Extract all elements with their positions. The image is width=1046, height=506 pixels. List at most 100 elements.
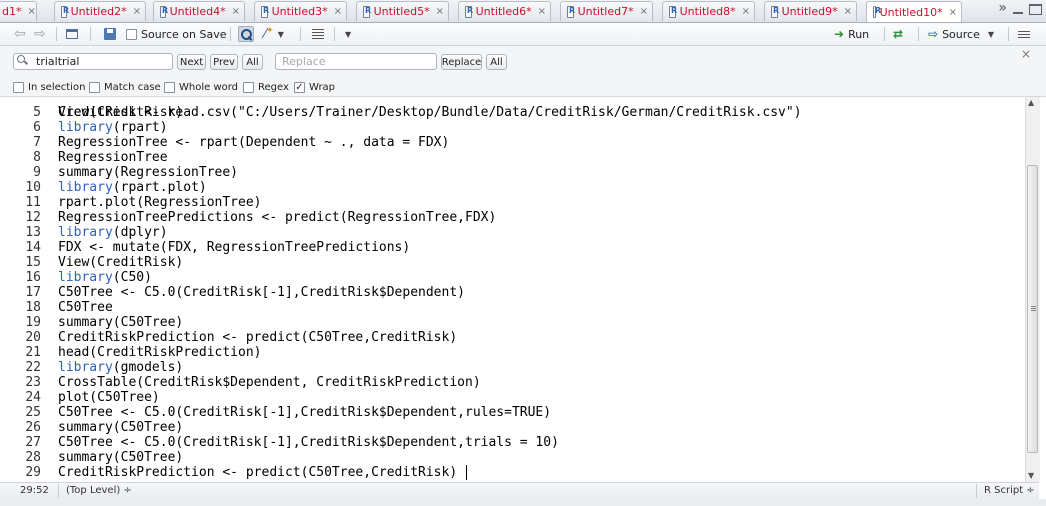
close-tab-icon[interactable]: ×	[538, 6, 546, 17]
save-button[interactable]	[104, 26, 116, 42]
close-find-icon[interactable]: ×	[1021, 47, 1031, 61]
close-tab-icon[interactable]: ×	[436, 6, 444, 17]
tab-title: Untitled4*	[169, 5, 226, 18]
keyword-token: library	[58, 270, 113, 285]
tab-controls: »	[998, 0, 1042, 16]
option-checkbox[interactable]	[89, 82, 100, 93]
tab-overflow-icon[interactable]: »	[998, 0, 1007, 16]
line-number: 18	[25, 300, 41, 315]
replace-input[interactable]	[275, 53, 437, 70]
editor-tab[interactable]: Untitled10* ×	[866, 1, 962, 22]
forward-button[interactable]: ⇨	[34, 26, 46, 42]
find-option[interactable]: Match case	[89, 82, 161, 93]
tab-title: Untitled7*	[577, 5, 634, 18]
minimize-pane-icon[interactable]	[1013, 11, 1023, 14]
outline-button[interactable]	[1018, 26, 1030, 42]
editor-tab[interactable]: Untitled9* ×	[764, 1, 857, 21]
find-replace-button[interactable]	[238, 26, 254, 42]
option-checkbox[interactable]	[294, 82, 305, 93]
find-all-button[interactable]: All	[242, 54, 263, 70]
option-label: Whole word	[179, 82, 239, 93]
find-option[interactable]: Regex	[243, 82, 289, 93]
code-editor[interactable]: CreditRisk <- read.csv("C:/Users/Trainer…	[0, 97, 1025, 482]
option-checkbox[interactable]	[243, 82, 254, 93]
close-tab-icon[interactable]: ×	[133, 6, 141, 17]
find-next-button[interactable]: Next	[177, 54, 206, 70]
replace-all-button[interactable]: All	[486, 54, 507, 70]
option-checkbox[interactable]	[164, 82, 175, 93]
close-tab-icon[interactable]: ×	[742, 6, 750, 17]
toolbar-options-dropdown[interactable]: ▼	[345, 26, 351, 42]
run-button[interactable]: ➜ Run	[834, 26, 869, 42]
find-input[interactable]	[13, 53, 173, 70]
editor-tab[interactable]: Untitled6* ×	[458, 1, 551, 21]
code-text: CreditRiskPrediction <- predict(C50Tree,…	[58, 465, 458, 480]
code-text: RegressionTreePredictions <- predict(Reg…	[58, 210, 497, 225]
show-in-window-button[interactable]	[66, 26, 78, 42]
close-tab-icon[interactable]: ×	[844, 6, 852, 17]
option-checkbox[interactable]	[13, 82, 24, 93]
scroll-up-icon[interactable]: ▲	[1028, 98, 1034, 107]
popout-icon	[66, 29, 78, 39]
tab-title: Untitled2*	[70, 5, 127, 18]
find-option[interactable]: In selection	[13, 82, 85, 93]
source-on-save-toggle[interactable]: Source on Save	[126, 26, 226, 42]
editor-tab[interactable]: Untitled2* ×	[54, 1, 146, 21]
sparkle-icon: ✦	[266, 25, 274, 36]
rerun-icon: ⇄	[893, 27, 904, 41]
line-number: 7	[33, 135, 41, 150]
r-file-icon	[261, 5, 269, 18]
r-file-icon	[363, 5, 371, 18]
scrollbar-thumb[interactable]	[1027, 165, 1038, 453]
code-text: summary(C50Tree)	[58, 315, 184, 330]
source-on-save-checkbox[interactable]	[126, 28, 137, 40]
close-tab-icon[interactable]: ×	[640, 6, 648, 17]
line-number: 27	[25, 435, 41, 450]
editor-tab[interactable]: d1* ×	[0, 1, 37, 21]
r-file-icon	[567, 5, 575, 18]
find-prev-button[interactable]: Prev	[210, 54, 238, 70]
compile-report-button[interactable]	[312, 26, 324, 42]
code-text: C50Tree <- C5.0(CreditRisk[-1],CreditRis…	[58, 405, 552, 420]
code-text: RegressionTree <- rpart(Dependent ~ ., d…	[58, 135, 450, 150]
close-tab-icon[interactable]: ×	[949, 7, 957, 18]
keyword-token: library	[58, 120, 113, 135]
scope-dropdown[interactable]: (Top Level) ÷	[66, 485, 132, 496]
code-text: summary(RegressionTree)	[58, 165, 239, 180]
file-type-dropdown[interactable]: R Script ÷	[984, 485, 1035, 496]
editor-tab[interactable]: Untitled4* ×	[153, 1, 245, 21]
code-tools-button[interactable]: ⁄ ✦ ▼	[264, 26, 284, 42]
editor-tab[interactable]: Untitled3* ×	[254, 1, 347, 21]
report-icon	[312, 29, 324, 39]
rerun-button[interactable]: ⇄	[893, 26, 903, 42]
line-number: 21	[25, 345, 41, 360]
line-number: 20	[25, 330, 41, 345]
vertical-scrollbar[interactable]: ▲ ▼	[1025, 97, 1040, 482]
close-tab-icon[interactable]: ×	[232, 6, 240, 17]
back-button[interactable]: ⇦	[14, 26, 26, 42]
maximize-pane-icon[interactable]	[1029, 4, 1042, 15]
scroll-down-icon[interactable]: ▼	[1028, 471, 1034, 480]
editor-tab[interactable]: Untitled5* ×	[356, 1, 449, 21]
r-file-icon	[160, 5, 168, 18]
line-number: 25	[25, 405, 41, 420]
toolbar-divider	[56, 27, 57, 41]
status-divider	[58, 484, 59, 498]
code-text: View(CreditRisk)	[58, 105, 184, 120]
find-option[interactable]: Wrap	[294, 82, 335, 93]
close-tab-icon[interactable]: ×	[334, 6, 342, 17]
replace-button[interactable]: Replace	[441, 54, 482, 70]
code-text: View(CreditRisk)	[58, 255, 184, 270]
option-label: Wrap	[309, 82, 336, 93]
source-button[interactable]: ⇨ Source ▼	[928, 26, 994, 42]
close-tab-icon[interactable]: ×	[27, 6, 35, 17]
code-text: library(dplyr)	[58, 225, 168, 240]
tab-title: Untitled8*	[679, 5, 736, 18]
code-text: C50Tree	[58, 300, 113, 315]
editor-tab[interactable]: Untitled7* ×	[560, 1, 653, 21]
r-file-icon	[465, 5, 473, 18]
line-number: 13	[25, 225, 41, 240]
tab-title: Untitled9*	[781, 5, 838, 18]
find-option[interactable]: Whole word	[164, 82, 238, 93]
editor-tab[interactable]: Untitled8* ×	[662, 1, 755, 21]
